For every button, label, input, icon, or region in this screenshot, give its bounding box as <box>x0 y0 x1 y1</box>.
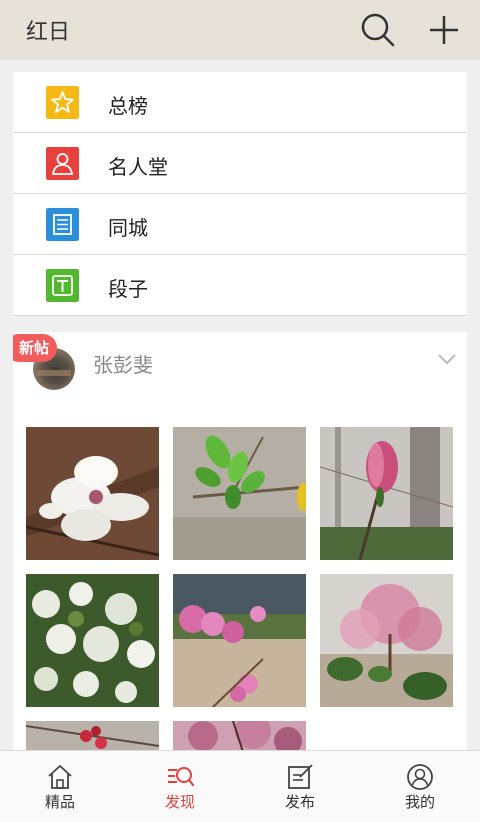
photo-thumbnail[interactable] <box>320 427 453 560</box>
pink-blossom-tree-photo <box>320 574 453 707</box>
pink-magnolia-photo <box>320 427 453 560</box>
home-icon <box>48 765 72 789</box>
list-icon <box>46 208 79 241</box>
menu-item-label: 总榜 <box>108 94 148 118</box>
photo-thumbnail[interactable] <box>173 427 306 560</box>
star-icon <box>46 86 79 119</box>
pink-peach-blossoms-photo <box>173 574 306 707</box>
post-card[interactable]: 新帖 张彭斐 <box>13 332 467 752</box>
search-icon[interactable] <box>358 10 398 50</box>
photo-thumbnail[interactable] <box>173 721 306 752</box>
new-post-badge: 新帖 <box>13 334 58 362</box>
chevron-down-icon[interactable] <box>437 352 457 366</box>
menu-item-jokes[interactable]: 段子 <box>13 255 467 316</box>
menu-item-top-chart[interactable]: 总榜 <box>13 72 467 133</box>
page-title: 红日 <box>26 20 71 45</box>
edit-icon <box>288 764 313 789</box>
plus-icon[interactable] <box>424 10 464 50</box>
red-buds-photo <box>26 721 159 752</box>
tab-label: 发布 <box>284 793 315 811</box>
tab-label: 精品 <box>44 793 75 811</box>
photo-thumbnail[interactable] <box>26 427 159 560</box>
person-icon <box>46 147 79 180</box>
discover-icon <box>168 767 194 787</box>
bottom-tab-bar: 精品 发现 发布 我的 <box>0 750 480 822</box>
tab-discover[interactable]: 发现 <box>120 751 240 822</box>
photo-thumbnail[interactable] <box>26 721 159 752</box>
tab-publish[interactable]: 发布 <box>240 751 360 822</box>
green-buds-photo <box>173 427 306 560</box>
pink-tree-photo <box>173 721 306 752</box>
profile-icon <box>407 764 433 790</box>
text-t-icon <box>46 269 79 302</box>
white-magnolia-photo <box>26 427 159 560</box>
author-name[interactable]: 张彭斐 <box>93 349 153 378</box>
tab-label: 我的 <box>404 793 435 811</box>
white-blossoms-photo <box>26 574 159 707</box>
menu-item-label: 段子 <box>108 277 148 301</box>
menu-item-hall-of-fame[interactable]: 名人堂 <box>13 133 467 194</box>
menu-item-same-city[interactable]: 同城 <box>13 194 467 255</box>
app-header: 红日 <box>0 0 480 60</box>
photo-thumbnail[interactable] <box>26 574 159 707</box>
tab-featured[interactable]: 精品 <box>0 751 120 822</box>
tab-label: 发现 <box>164 793 195 811</box>
tab-mine[interactable]: 我的 <box>360 751 480 822</box>
menu-item-label: 名人堂 <box>108 155 168 179</box>
photo-thumbnail[interactable] <box>320 574 453 707</box>
photo-thumbnail[interactable] <box>173 574 306 707</box>
category-menu: 总榜 名人堂 同城 段子 <box>13 72 467 316</box>
menu-item-label: 同城 <box>108 216 148 240</box>
